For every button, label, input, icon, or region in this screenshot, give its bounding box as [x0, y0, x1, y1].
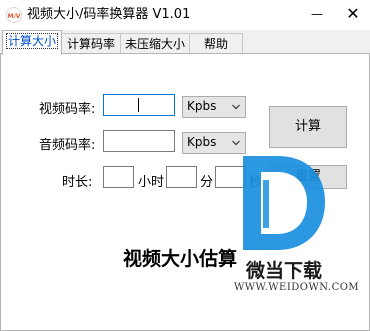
minimize-button[interactable]: —: [300, 0, 334, 30]
tab-strip: 计算大小 计算码率 未压缩大小 帮助: [0, 30, 370, 55]
tab-label: 计算码率: [66, 37, 115, 51]
svg-text:M/V: M/V: [8, 13, 21, 20]
minutes-input[interactable]: [166, 166, 197, 188]
select-value: Kpbs: [187, 99, 217, 113]
audio-bitrate-label: 音频码率:: [39, 138, 96, 153]
title-bar: M/V 视频大小/码率换算器 V1.01 — ✕: [0, 0, 370, 30]
video-bitrate-input[interactable]: [103, 94, 175, 116]
watermark-url: WWW.WEIDOWN.COM: [234, 282, 360, 293]
tab-uncompressed-size[interactable]: 未压缩大小: [120, 33, 190, 54]
calculate-button[interactable]: 计算: [269, 106, 347, 148]
app-logo-icon: M/V: [6, 7, 22, 23]
tab-calc-size[interactable]: 计算大小: [2, 30, 62, 55]
tab-label: 计算大小: [5, 33, 58, 49]
minutes-unit-label: 分: [200, 175, 214, 190]
window-title: 视频大小/码率换算器 V1.01: [27, 7, 191, 22]
chevron-down-icon: [232, 140, 240, 146]
app-window: M/V 视频大小/码率换算器 V1.01 — ✕ 计算大小 计算码率 未压缩大小…: [0, 0, 370, 331]
chevron-down-icon: [232, 104, 240, 110]
close-button[interactable]: ✕: [336, 0, 370, 30]
tab-label: 未压缩大小: [124, 37, 185, 51]
result-heading: 视频大小估算: [123, 248, 238, 270]
video-bitrate-unit-select[interactable]: Kpbs: [182, 96, 246, 118]
text-caret: [138, 98, 139, 112]
tab-help[interactable]: 帮助: [189, 33, 243, 54]
tab-calc-bitrate[interactable]: 计算码率: [61, 33, 121, 54]
select-value: Kpbs: [187, 135, 217, 149]
watermark-name: 微当下载: [246, 260, 323, 282]
video-bitrate-label: 视频码率:: [39, 102, 96, 117]
hours-input[interactable]: [103, 166, 134, 188]
hours-unit-label: 小时: [138, 175, 165, 190]
weidown-logo-icon: [243, 156, 325, 250]
audio-bitrate-input[interactable]: [103, 130, 175, 152]
tab-label: 帮助: [203, 37, 228, 51]
duration-label: 时长:: [62, 175, 93, 190]
